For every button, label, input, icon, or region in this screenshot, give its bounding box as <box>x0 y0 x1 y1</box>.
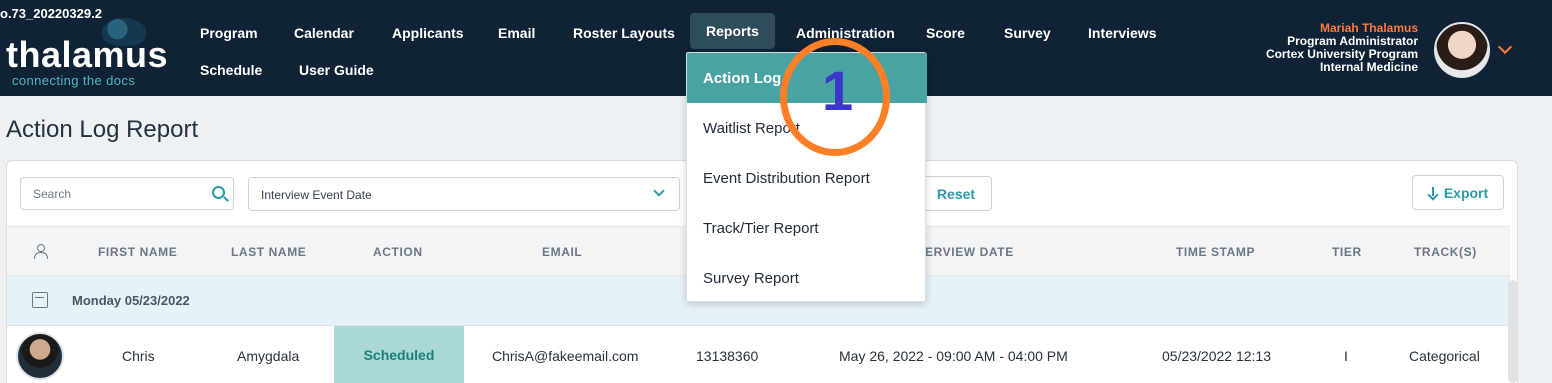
calendar-icon <box>32 292 48 308</box>
cell-tracks: Categorical <box>1409 348 1480 364</box>
download-icon <box>1428 186 1438 199</box>
cell-first-name: Chris <box>122 348 155 364</box>
menu-item-survey-report[interactable]: Survey Report <box>687 253 927 303</box>
menu-item-track-tier-report[interactable]: Track/Tier Report <box>687 203 927 253</box>
nav-score[interactable]: Score <box>926 24 965 42</box>
nav-calendar[interactable]: Calendar <box>294 24 354 42</box>
vertical-scrollbar[interactable] <box>1508 280 1518 383</box>
nav-applicants[interactable]: Applicants <box>392 24 464 42</box>
cell-id: 13138360 <box>696 348 759 364</box>
export-label: Export <box>1443 184 1489 201</box>
applicant-avatar <box>16 332 64 380</box>
status-badge: Scheduled <box>334 326 464 383</box>
nav-user-guide[interactable]: User Guide <box>299 61 374 79</box>
search-icon[interactable] <box>212 186 225 199</box>
search-input[interactable]: Search <box>20 177 234 210</box>
step-number: 1 <box>822 59 854 122</box>
interview-event-date-select[interactable]: Interview Event Date <box>248 177 680 211</box>
reset-button[interactable]: Reset <box>920 176 992 211</box>
user-icon <box>33 244 48 259</box>
col-tier[interactable]: TIER <box>1332 245 1362 259</box>
nav-program[interactable]: Program <box>200 24 258 42</box>
thalamus-logo[interactable]: thalamus connecting the docs <box>6 18 169 88</box>
cell-time-stamp: 05/23/2022 12:13 <box>1162 348 1271 364</box>
page-title: Action Log Report <box>6 116 199 143</box>
export-button[interactable]: Export <box>1412 175 1504 210</box>
user-department: Internal Medicine <box>1319 60 1418 74</box>
cell-tier: I <box>1344 348 1348 364</box>
user-info[interactable]: Mariah Thalamus Program Administrator Co… <box>1266 22 1418 74</box>
user-avatar[interactable] <box>1434 22 1490 78</box>
col-interview-date[interactable]: ERVIEW DATE <box>925 245 1014 259</box>
col-time-stamp[interactable]: TIME STAMP <box>1176 245 1255 259</box>
cell-interview-date: May 26, 2022 - 09:00 AM - 04:00 PM <box>839 348 1068 364</box>
nav-email[interactable]: Email <box>498 24 535 42</box>
nav-survey[interactable]: Survey <box>1004 24 1051 42</box>
search-placeholder: Search <box>33 187 72 201</box>
group-date-label: Monday 05/23/2022 <box>72 293 190 308</box>
col-email[interactable]: EMAIL <box>542 245 582 259</box>
col-last-name[interactable]: LAST NAME <box>231 245 306 259</box>
col-tracks[interactable]: TRACK(S) <box>1414 245 1477 259</box>
nav-reports[interactable]: Reports <box>690 13 775 49</box>
nav-interviews[interactable]: Interviews <box>1088 24 1156 42</box>
table-row[interactable] <box>7 326 1510 383</box>
nav-schedule[interactable]: Schedule <box>200 61 262 79</box>
select-label: Interview Event Date <box>261 188 372 202</box>
cell-last-name: Amygdala <box>237 348 300 364</box>
logo-wordmark: thalamus <box>6 34 169 75</box>
cell-email[interactable]: ChrisA@fakeemail.com <box>492 348 638 364</box>
col-action[interactable]: ACTION <box>373 245 423 259</box>
chevron-down-icon <box>653 185 665 197</box>
menu-item-event-distribution-report[interactable]: Event Distribution Report <box>687 153 927 203</box>
col-first-name[interactable]: FIRST NAME <box>98 245 177 259</box>
nav-roster-layouts[interactable]: Roster Layouts <box>573 24 675 42</box>
logo-tagline: connecting the docs <box>12 73 136 88</box>
